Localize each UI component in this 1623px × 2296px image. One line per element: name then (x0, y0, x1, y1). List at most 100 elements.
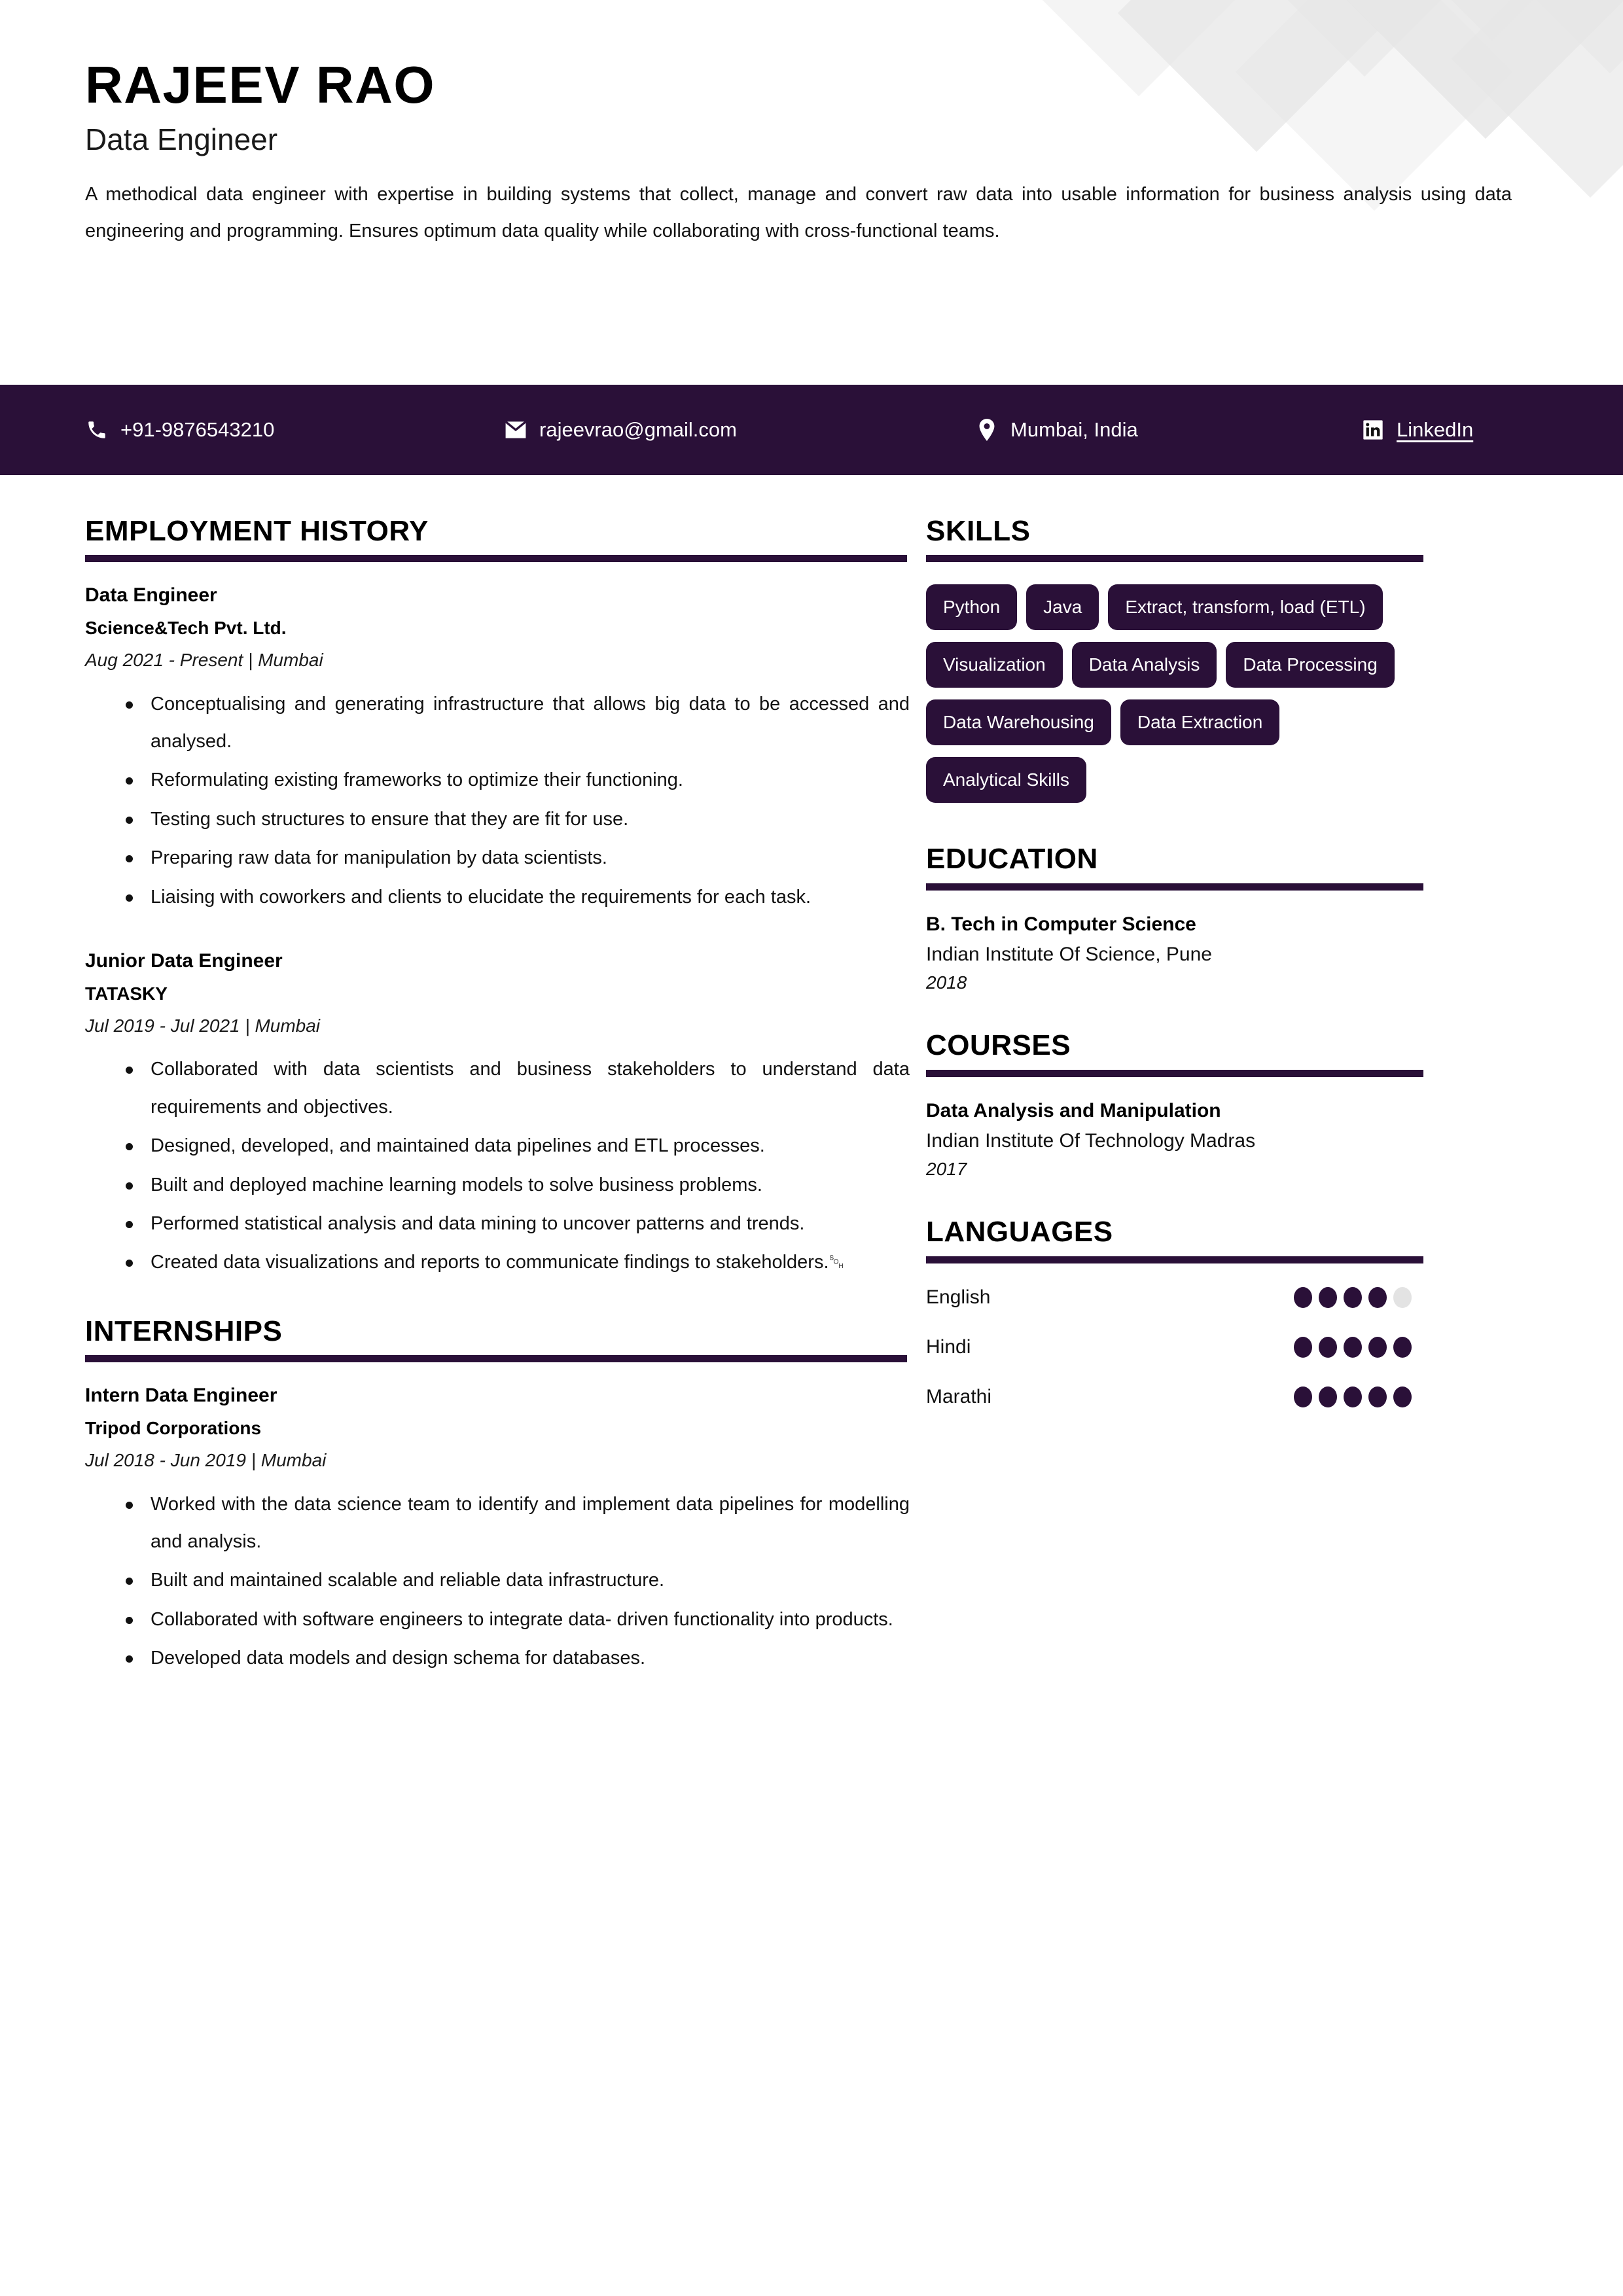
job-bullets: Conceptualising and generating infrastru… (85, 686, 910, 916)
language-name: English (926, 1286, 991, 1308)
contact-email[interactable]: rajeevrao@gmail.com (504, 418, 975, 442)
rating-dot-filled (1344, 1286, 1362, 1308)
rating-dot-filled (1344, 1386, 1362, 1407)
contact-linkedin[interactable]: LinkedIn (1361, 418, 1473, 442)
skill-tag: Data Extraction (1120, 699, 1280, 746)
list-item: Built and deployed machine learning mode… (123, 1167, 910, 1204)
contact-location-value: Mumbai, India (1010, 418, 1138, 441)
list-item: Performed statistical analysis and data … (123, 1205, 910, 1243)
rating-dot-filled (1294, 1286, 1312, 1308)
section-skills: SKILLS Python Java Extract, transform, l… (926, 515, 1551, 804)
section-education: EDUCATION B. Tech in Computer Science In… (926, 843, 1551, 993)
course-entry: Data Analysis and Manipulation Indian In… (926, 1099, 1551, 1180)
job-company: Science&Tech Pvt. Ltd. (85, 617, 287, 638)
left-column: EMPLOYMENT HISTORY Data Engineer Science… (0, 475, 910, 1712)
job-bullets: Collaborated with data scientists and bu… (85, 1051, 910, 1281)
section-languages: LANGUAGES English Hindi Marathi (926, 1216, 1551, 1408)
skill-tag: Analytical Skills (926, 757, 1086, 804)
language-rating (1294, 1336, 1412, 1358)
section-divider (926, 1256, 1423, 1263)
job-meta: Aug 2021 - Present | Mumbai (85, 650, 323, 671)
rating-dot-filled (1319, 1386, 1337, 1407)
section-divider (926, 555, 1423, 563)
job-role-subtitle: Data Engineer (85, 122, 278, 156)
section-title-employment-history: EMPLOYMENT HISTORY (85, 515, 429, 547)
rating-dot-filled (1319, 1336, 1337, 1358)
skills-list: Python Java Extract, transform, load (ET… (926, 584, 1430, 804)
contact-linkedin-value: LinkedIn (1397, 418, 1474, 441)
list-item: Designed, developed, and maintained data… (123, 1127, 910, 1165)
language-row: English (926, 1286, 1412, 1309)
skill-tag: Extract, transform, load (ETL) (1108, 584, 1383, 631)
language-row: Hindi (926, 1335, 1412, 1359)
rating-dot-filled (1393, 1386, 1412, 1407)
course-institution: Indian Institute Of Technology Madras (926, 1129, 1256, 1152)
job-company: Tripod Corporations (85, 1417, 262, 1438)
internship-entry: Intern Data Engineer Tripod Corporations… (85, 1385, 910, 1677)
section-title-internships: INTERNSHIPS (85, 1315, 283, 1347)
rating-dot-filled (1368, 1336, 1387, 1358)
job-title: Junior Data Engineer (85, 950, 283, 972)
education-institution: Indian Institute Of Science, Pune (926, 943, 1212, 965)
language-rating (1294, 1386, 1412, 1407)
job-meta: Jul 2019 - Jul 2021 | Mumbai (85, 1015, 321, 1036)
skill-tag: Python (926, 584, 1018, 631)
list-item: Collaborated with data scientists and bu… (123, 1051, 910, 1126)
contact-phone-value: +91-9876543210 (120, 418, 275, 441)
section-title-skills: SKILLS (926, 515, 1031, 547)
section-divider (85, 1355, 907, 1363)
rating-dot-filled (1294, 1386, 1312, 1407)
list-item: Liaising with coworkers and clients to e… (123, 879, 910, 916)
skill-tag: Java (1026, 584, 1099, 631)
course-year: 2017 (926, 1158, 967, 1179)
job-meta: Jul 2018 - Jun 2019 | Mumbai (85, 1449, 327, 1470)
section-title-languages: LANGUAGES (926, 1216, 1113, 1248)
employment-entry: Junior Data Engineer TATASKY Jul 2019 - … (85, 950, 910, 1282)
rating-dot-filled (1319, 1286, 1337, 1308)
phone-icon (85, 418, 109, 442)
section-courses: COURSES Data Analysis and Manipulation I… (926, 1029, 1551, 1180)
course-name: Data Analysis and Manipulation (926, 1099, 1221, 1122)
skill-tag: Data Processing (1226, 642, 1395, 688)
language-name: Marathi (926, 1385, 992, 1407)
skill-tag: Data Warehousing (926, 699, 1111, 746)
section-divider (926, 883, 1423, 891)
job-company: TATASKY (85, 983, 168, 1004)
language-rating (1294, 1286, 1412, 1308)
contact-email-value: rajeevrao@gmail.com (539, 418, 737, 441)
job-bullets: Worked with the data science team to ide… (85, 1486, 910, 1678)
page-title: RAJEEV RAO (85, 56, 436, 114)
section-title-education: EDUCATION (926, 843, 1098, 875)
section-divider (926, 1069, 1423, 1077)
list-item: Testing such structures to ensure that t… (123, 801, 910, 838)
skill-tag: Data Analysis (1071, 642, 1217, 688)
resume-page: RAJEEV RAO Data Engineer A methodical da… (0, 0, 1623, 2296)
language-row: Marathi (926, 1385, 1412, 1409)
contact-location: Mumbai, India (975, 418, 1361, 442)
list-item: Preparing raw data for manipulation by d… (123, 839, 910, 877)
resume-body: EMPLOYMENT HISTORY Data Engineer Science… (0, 475, 1623, 1712)
envelope-icon (504, 418, 527, 442)
resume-header: RAJEEV RAO Data Engineer A methodical da… (0, 0, 1623, 250)
education-year: 2018 (926, 972, 967, 993)
rating-dot-filled (1294, 1336, 1312, 1358)
list-item: Developed data models and design schema … (123, 1640, 910, 1677)
job-title: Data Engineer (85, 584, 217, 607)
profile-summary: A methodical data engineer with expertis… (85, 183, 1512, 242)
list-item: Collaborated with software engineers to … (123, 1601, 910, 1638)
contact-bar: +91-9876543210 rajeevrao@gmail.com Mumba… (0, 385, 1623, 475)
right-column: SKILLS Python Java Extract, transform, l… (910, 475, 1623, 1435)
section-title-courses: COURSES (926, 1029, 1071, 1062)
list-item: Reformulating existing frameworks to opt… (123, 762, 910, 799)
education-degree: B. Tech in Computer Science (926, 913, 1196, 935)
rating-dot-filled (1368, 1286, 1387, 1308)
linkedin-icon (1361, 418, 1385, 442)
contact-phone[interactable]: +91-9876543210 (85, 418, 504, 442)
language-name: Hindi (926, 1335, 971, 1358)
job-title: Intern Data Engineer (85, 1385, 277, 1407)
map-pin-icon (975, 418, 999, 442)
skill-tag: Visualization (926, 642, 1063, 688)
list-item: Created data visualizations and reports … (123, 1244, 910, 1281)
employment-entry: Data Engineer Science&Tech Pvt. Ltd. Aug… (85, 584, 910, 916)
rating-dot-filled (1393, 1336, 1412, 1358)
